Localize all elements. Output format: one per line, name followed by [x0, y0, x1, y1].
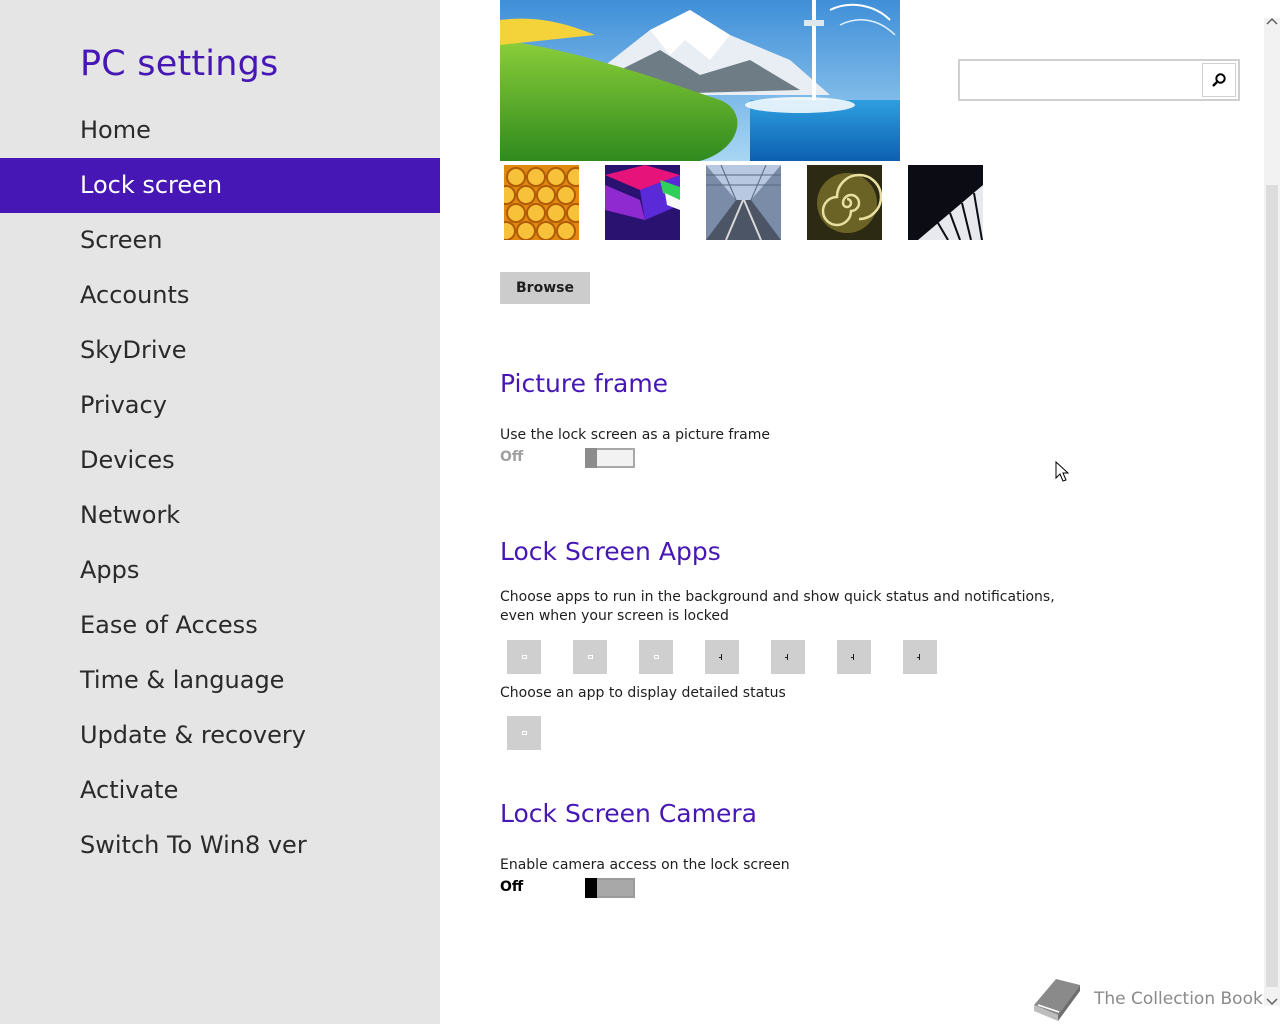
camera-access-toggle[interactable]: [585, 878, 635, 898]
sidebar-item-network[interactable]: Network: [0, 488, 440, 543]
sidebar-item-accounts[interactable]: Accounts: [0, 268, 440, 323]
lock-app-slot-1[interactable]: [507, 640, 541, 674]
sidebar-item-home[interactable]: Home: [0, 103, 440, 158]
add-icon: [719, 654, 725, 660]
lock-app-slot-5[interactable]: [771, 640, 805, 674]
book-icon: [1034, 979, 1080, 1021]
thumbnail-honeycomb[interactable]: [504, 165, 579, 240]
sidebar-item-ease-of-access[interactable]: Ease of Access: [0, 598, 440, 653]
detailed-status-app-slot[interactable]: [507, 716, 541, 750]
sidebar-item-privacy[interactable]: Privacy: [0, 378, 440, 433]
app-slot-icon: [653, 655, 659, 659]
picture-frame-toggle[interactable]: [585, 448, 635, 468]
search-icon: [1212, 73, 1226, 87]
picture-frame-state: Off: [500, 449, 524, 465]
sidebar: PC settings Home Lock screen Screen Acco…: [0, 0, 440, 1024]
lock-app-slot-7[interactable]: [903, 640, 937, 674]
thumbnail-railway[interactable]: [706, 165, 781, 240]
search-input[interactable]: [960, 61, 1202, 99]
chevron-up-icon: [1266, 17, 1278, 25]
app-slot-icon: [521, 655, 527, 659]
picture-frame-label: Use the lock screen as a picture frame: [500, 427, 770, 443]
lock-screen-camera-heading: Lock Screen Camera: [500, 799, 757, 828]
picture-frame-heading: Picture frame: [500, 369, 669, 398]
chevron-down-icon: [1266, 998, 1278, 1006]
sidebar-item-skydrive[interactable]: SkyDrive: [0, 323, 440, 378]
sidebar-item-time-language[interactable]: Time & language: [0, 653, 440, 708]
scroll-down-arrow[interactable]: [1265, 995, 1279, 1009]
lock-app-slot-3[interactable]: [639, 640, 673, 674]
lock-app-slot-6[interactable]: [837, 640, 871, 674]
lock-app-slot-4[interactable]: [705, 640, 739, 674]
add-icon: [851, 654, 857, 660]
lock-screen-preview: [500, 0, 900, 161]
sidebar-item-update-recovery[interactable]: Update & recovery: [0, 708, 440, 763]
thumbnail-cubes[interactable]: [605, 165, 680, 240]
main-content: Browse Picture frame Use the lock screen…: [440, 0, 1264, 1024]
browse-button[interactable]: Browse: [500, 272, 590, 304]
app-slot-icon: [521, 731, 527, 735]
lock-app-slot-2[interactable]: [573, 640, 607, 674]
sidebar-item-screen[interactable]: Screen: [0, 213, 440, 268]
watermark-text: The Collection Book: [1094, 989, 1263, 1009]
search-button[interactable]: [1202, 63, 1236, 97]
add-icon: [785, 654, 791, 660]
sidebar-item-apps[interactable]: Apps: [0, 543, 440, 598]
sidebar-item-switch-to-win8[interactable]: Switch To Win8 ver: [0, 818, 440, 873]
detailed-status-label: Choose an app to display detailed status: [500, 685, 786, 701]
scroll-up-arrow[interactable]: [1265, 14, 1279, 28]
toggle-thumb: [585, 448, 597, 468]
lock-screen-apps-description: Choose apps to run in the background and…: [500, 589, 1055, 624]
pc-settings-window: PC settings Home Lock screen Screen Acco…: [0, 0, 1280, 1024]
sidebar-item-devices[interactable]: Devices: [0, 433, 440, 488]
sidebar-item-activate[interactable]: Activate: [0, 763, 440, 818]
add-icon: [917, 654, 923, 660]
scrollbar-thumb[interactable]: [1266, 185, 1278, 987]
sidebar-item-lock-screen[interactable]: Lock screen: [0, 158, 440, 213]
camera-access-label: Enable camera access on the lock screen: [500, 857, 790, 873]
thumbnail-piano[interactable]: [908, 165, 983, 240]
sidebar-nav: Home Lock screen Screen Accounts SkyDriv…: [0, 103, 440, 873]
thumbnail-nautilus[interactable]: [807, 165, 882, 240]
mouse-cursor-icon: [1055, 461, 1069, 482]
lock-screen-apps-heading: Lock Screen Apps: [500, 537, 721, 566]
toggle-thumb: [585, 878, 597, 898]
watermark: The Collection Book: [1028, 975, 1263, 1023]
camera-access-state: Off: [500, 879, 524, 895]
page-title: PC settings: [80, 44, 279, 84]
app-slot-icon: [587, 655, 593, 659]
vertical-scrollbar[interactable]: [1264, 0, 1280, 1024]
search-box: [958, 59, 1240, 101]
